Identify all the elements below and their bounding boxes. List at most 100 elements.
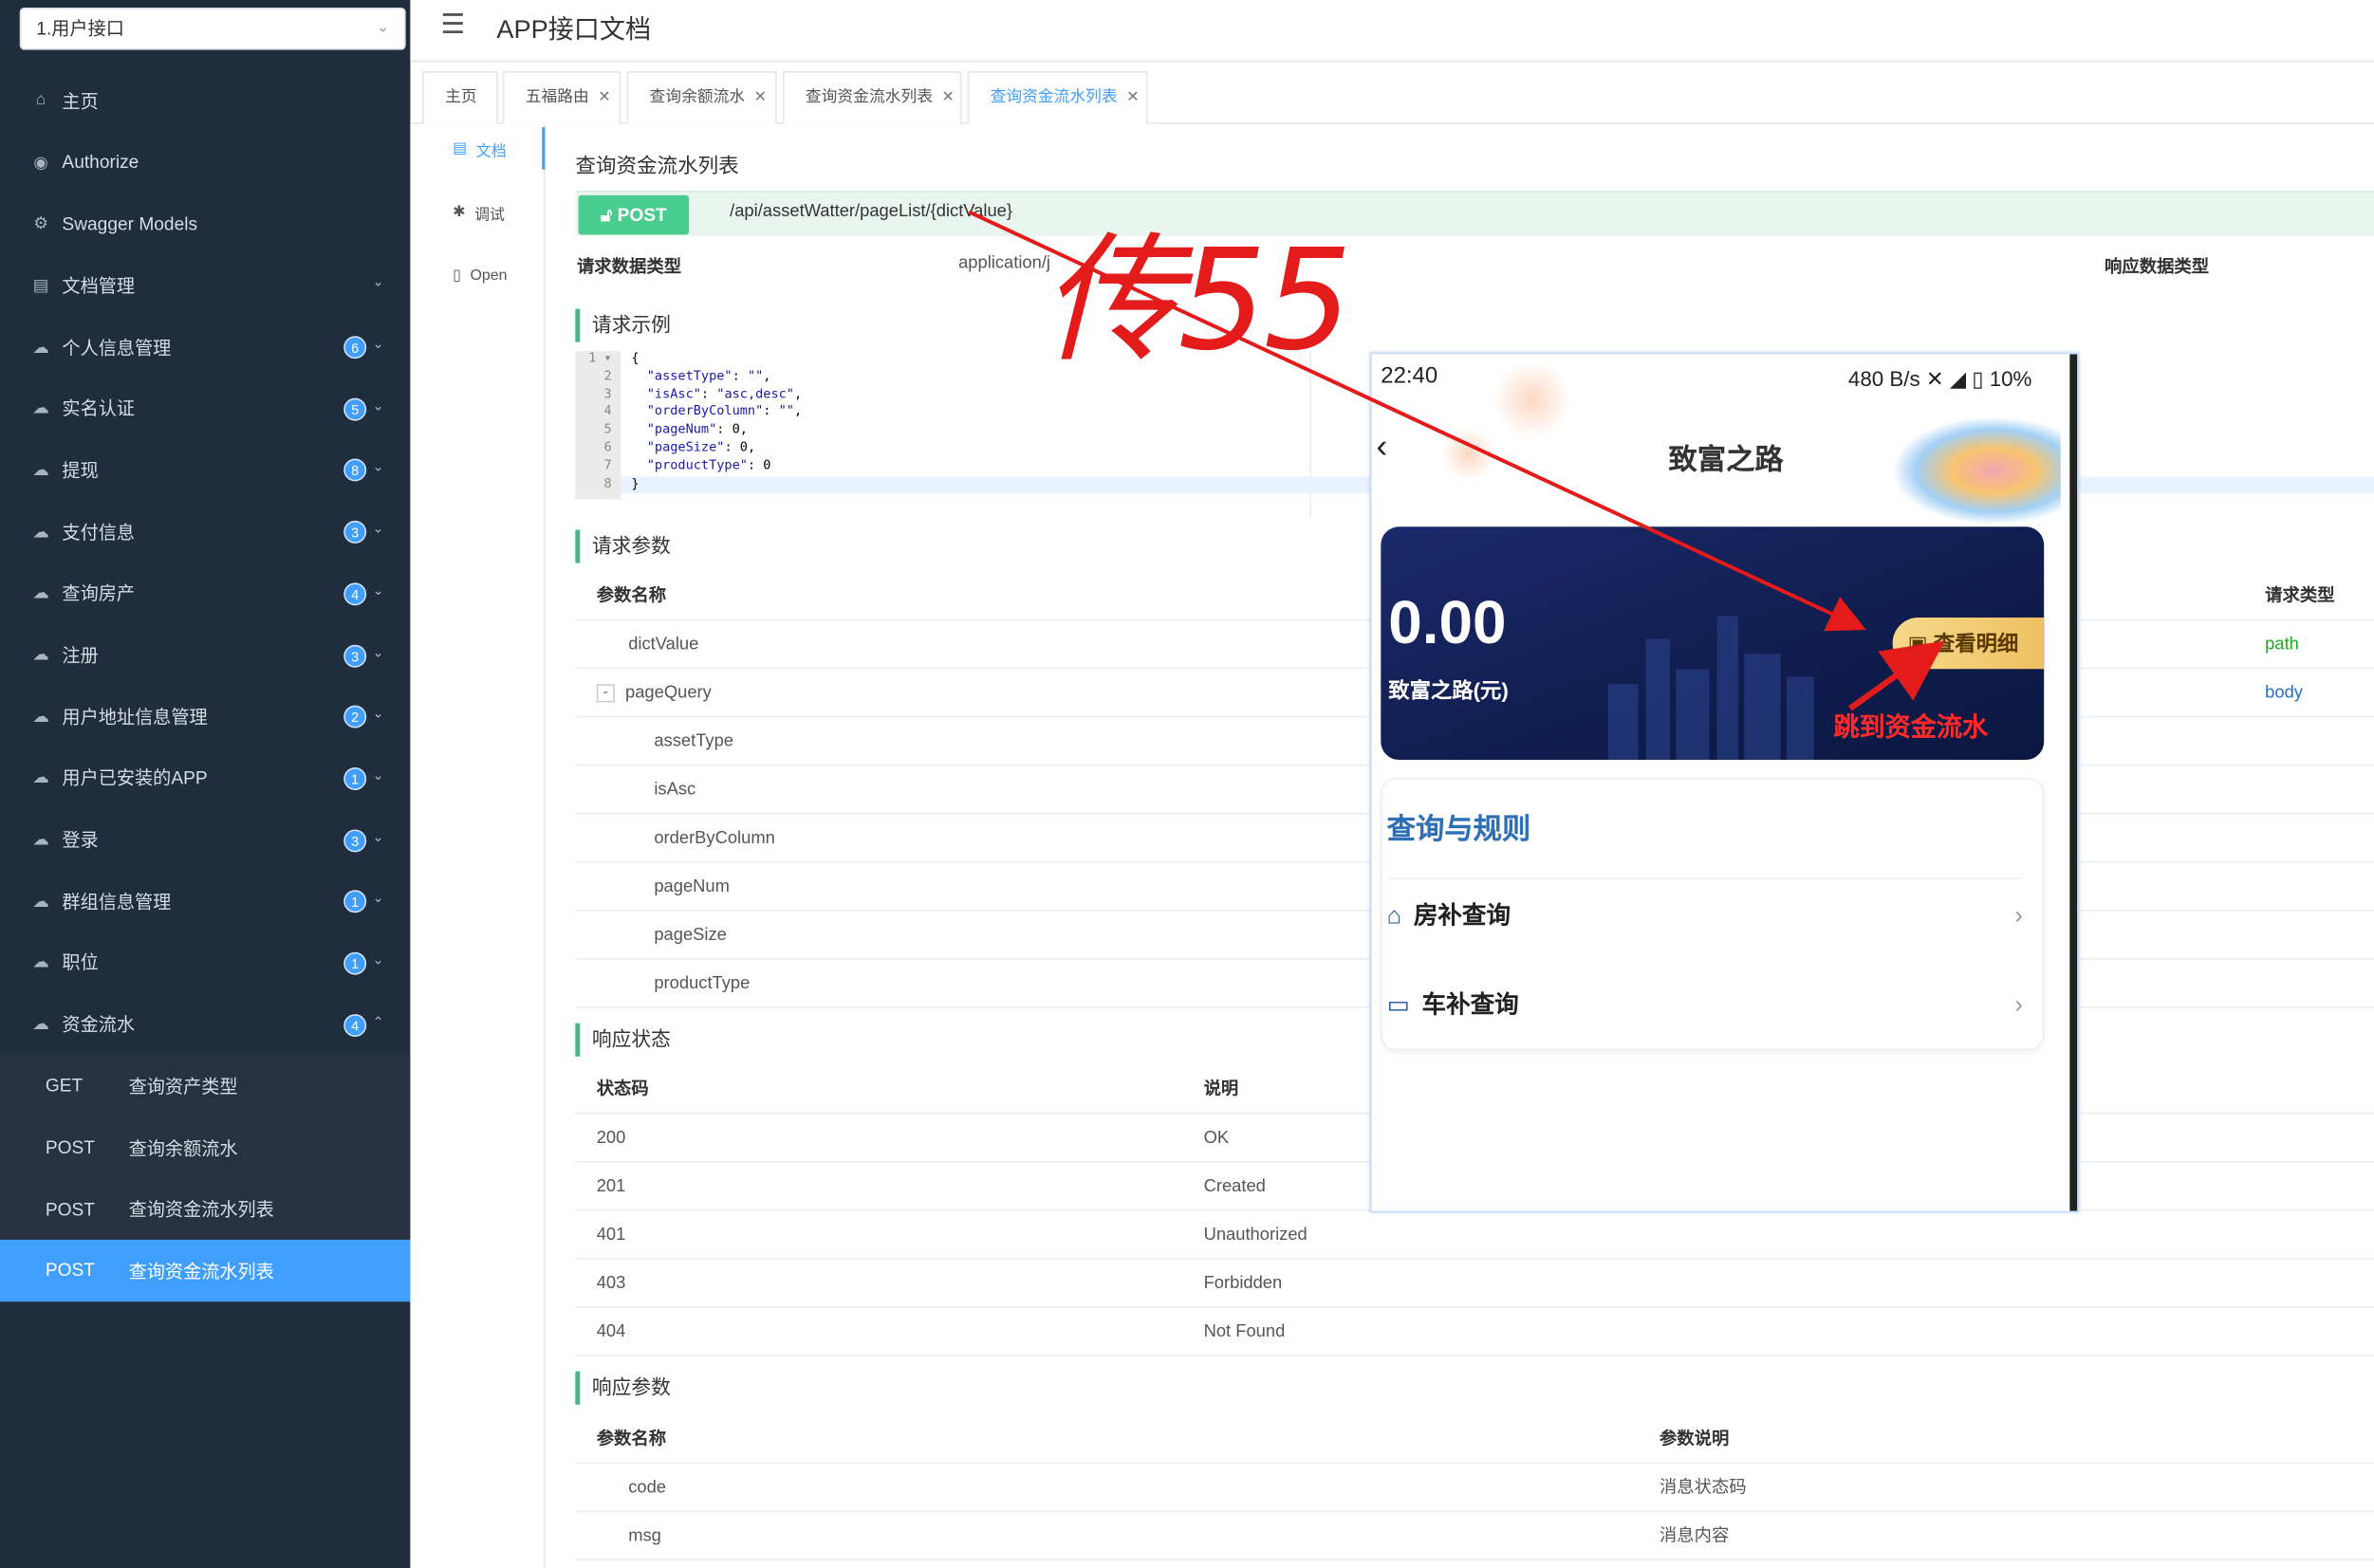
count-badge: 5 bbox=[343, 397, 367, 421]
resp-param-desc: 消息状态码 bbox=[1659, 1478, 1747, 1498]
group-select[interactable]: 1.用户接口 ⌄ bbox=[19, 7, 406, 50]
collapse-icon[interactable]: - bbox=[596, 684, 615, 703]
rail-open[interactable]: ▯ Open bbox=[410, 254, 545, 297]
sidebar-item-label: 登录 bbox=[62, 829, 99, 851]
building-shape bbox=[1607, 684, 1639, 761]
bug-icon: ✱ bbox=[453, 203, 466, 221]
sidebar-item[interactable]: ☁ 支付信息 3 ⌄ bbox=[0, 501, 410, 563]
param-name-cell: dictValue bbox=[628, 620, 698, 669]
count-badge: 3 bbox=[343, 828, 367, 852]
sidebar-item[interactable]: ◉ Authorize bbox=[0, 131, 410, 193]
menu-toggle-icon[interactable]: ☰ bbox=[440, 9, 465, 42]
param-name-cell: orderByColumn bbox=[654, 814, 775, 862]
table-row: 401 Unauthorized bbox=[575, 1211, 2374, 1260]
status-desc: OK bbox=[1203, 1129, 1230, 1148]
submenu-item[interactable]: POST 查询余额流水 bbox=[0, 1116, 411, 1179]
endpoint-bar: 🔓︎ POST /api/assetWatter/pageList/{dictV… bbox=[575, 191, 2374, 236]
building-shape bbox=[1716, 616, 1738, 761]
car-subsidy-label: 车补查询 bbox=[1421, 992, 1519, 1019]
count-badge: 1 bbox=[343, 766, 367, 790]
response-type-label: 响应数据类型 bbox=[2105, 258, 2210, 278]
tab[interactable]: 主页 bbox=[422, 70, 498, 124]
section-response-params: 响应参数 bbox=[575, 1371, 671, 1405]
sidebar-item[interactable]: ☁ 职位 1 ⌄ bbox=[0, 932, 410, 993]
submenu-item[interactable]: GET 查询资产类型 bbox=[0, 1055, 411, 1117]
submenu-item[interactable]: POST 查询资金流水列表 bbox=[0, 1178, 411, 1240]
close-icon[interactable]: ✕ bbox=[598, 89, 610, 106]
chevron-down-icon: ⌄ bbox=[376, 19, 390, 37]
sidebar-item[interactable]: ☁ 实名认证 5 ⌄ bbox=[0, 378, 410, 439]
line-number: 6 bbox=[603, 440, 612, 456]
status-code: 200 bbox=[596, 1129, 626, 1148]
sidebar-item-label: 用户已安装的APP bbox=[62, 767, 208, 790]
view-detail-label: 查看明细 bbox=[1933, 631, 2019, 655]
wealth-card: 0.00 致富之路(元) ▣ 查看明细 跳到资金流水 bbox=[1381, 526, 2045, 761]
sidebar-item[interactable]: ☁ 群组信息管理 1 ⌄ bbox=[0, 870, 410, 932]
house-subsidy-item[interactable]: ⌂ 房补查询 › bbox=[1386, 877, 2023, 954]
param-name: pageSize bbox=[654, 926, 727, 945]
table-row: code 消息状态码 bbox=[575, 1464, 2374, 1513]
count-badge: 6 bbox=[343, 336, 367, 360]
sidebar-item[interactable]: ☁ 资金流水 4 ⌃ bbox=[0, 993, 410, 1055]
tab-label: 查询余额流水 bbox=[649, 87, 746, 106]
status-desc: Forbidden bbox=[1203, 1274, 1283, 1293]
sidebar-item-label: 查询房产 bbox=[62, 582, 136, 605]
close-icon[interactable]: ✕ bbox=[942, 89, 955, 106]
rail-open-label: Open bbox=[470, 267, 508, 285]
cloud-icon: ☁ bbox=[32, 708, 49, 727]
sidebar-item[interactable]: ☁ 提现 8 ⌄ bbox=[0, 439, 410, 501]
code-line: } bbox=[631, 475, 640, 491]
sidebar-item[interactable]: ☁ 注册 3 ⌄ bbox=[0, 624, 410, 686]
param-name-cell: assetType bbox=[654, 717, 733, 766]
tab-label: 五福路由 bbox=[525, 87, 589, 106]
chevron-icon: ⌄ bbox=[372, 459, 384, 475]
method-badge: 🔓︎ POST bbox=[578, 194, 690, 235]
code-line: "isAsc": "asc,desc", bbox=[646, 386, 803, 402]
building-shape bbox=[1744, 654, 1781, 761]
lock-icon: 🔓︎ bbox=[600, 204, 613, 226]
snake-mascot-icon bbox=[1894, 417, 2061, 525]
building-shape bbox=[1786, 676, 1814, 761]
cloud-icon: ☁ bbox=[32, 893, 49, 912]
cloud-icon: ☁ bbox=[32, 831, 49, 850]
sidebar-item[interactable]: ☁ 登录 3 ⌄ bbox=[0, 809, 410, 871]
sidebar-item[interactable]: ⌂ 主页 bbox=[0, 69, 410, 131]
submenu-item[interactable]: POST 查询资金流水列表 bbox=[0, 1239, 411, 1301]
line-number: 3 bbox=[603, 386, 612, 402]
chevron-icon: ⌄ bbox=[372, 521, 384, 537]
sidebar-item-label: 用户地址信息管理 bbox=[62, 706, 208, 729]
sidebar-item[interactable]: ☁ 个人信息管理 6 ⌄ bbox=[0, 316, 410, 378]
rail-debug[interactable]: ✱ 调试 bbox=[410, 191, 545, 233]
sidebar-item-label: 实名认证 bbox=[62, 398, 136, 420]
top-header: ☰ APP接口文档 bbox=[410, 0, 2374, 63]
rail-doc-label: 文档 bbox=[475, 142, 507, 160]
request-type-label: 请求数据类型 bbox=[576, 258, 682, 278]
docs-icon: ▤ bbox=[32, 276, 49, 296]
cloud-icon: ☁ bbox=[32, 954, 49, 973]
sidebar-item[interactable]: ☁ 查询房产 4 ⌄ bbox=[0, 563, 410, 624]
rail-doc[interactable]: ▤ 文档 bbox=[410, 127, 546, 170]
chevron-icon: ⌄ bbox=[372, 397, 384, 414]
close-icon[interactable]: ✕ bbox=[1126, 89, 1139, 106]
tab[interactable]: 查询资金流水列表 ✕ bbox=[782, 70, 962, 124]
view-detail-button[interactable]: ▣ 查看明细 bbox=[1892, 618, 2045, 670]
tab[interactable]: 查询资金流水列表 ✕ bbox=[967, 70, 1148, 126]
house-subsidy-label: 房补查询 bbox=[1413, 903, 1512, 930]
sidebar-item[interactable]: ⚙ Swagger Models bbox=[0, 193, 410, 254]
query-rules-title: 查询与规则 bbox=[1386, 814, 1531, 846]
close-icon[interactable]: ✕ bbox=[754, 89, 767, 106]
sidebar-item[interactable]: ☁ 用户地址信息管理 2 ⌄ bbox=[0, 686, 410, 747]
tab[interactable]: 五福路由 ✕ bbox=[502, 70, 621, 124]
param-name: pageQuery bbox=[625, 684, 712, 703]
sidebar-item-label: Swagger Models bbox=[62, 212, 198, 234]
param-name: assetType bbox=[654, 732, 733, 751]
sidebar-item[interactable]: ▤ 文档管理 ⌄ bbox=[0, 254, 410, 316]
sidebar-item[interactable]: ☁ 用户已安装的APP 1 ⌄ bbox=[0, 747, 410, 809]
status-code: 404 bbox=[596, 1322, 626, 1341]
status-code: 401 bbox=[596, 1226, 626, 1245]
car-subsidy-item[interactable]: ▭ 车补查询 › bbox=[1387, 968, 2023, 1044]
param-type: path bbox=[2265, 636, 2299, 655]
cloud-icon: ☁ bbox=[32, 399, 49, 418]
tab-label: 主页 bbox=[445, 87, 477, 106]
tab[interactable]: 查询余额流水 ✕ bbox=[626, 70, 777, 124]
